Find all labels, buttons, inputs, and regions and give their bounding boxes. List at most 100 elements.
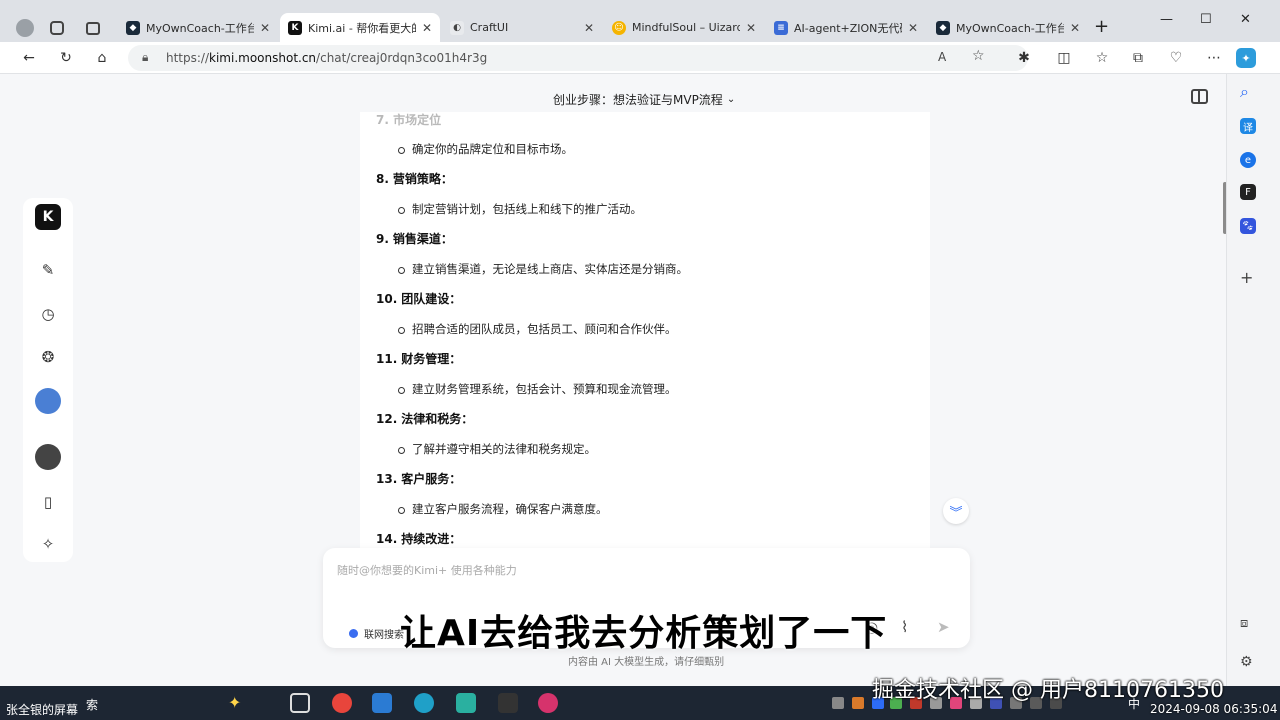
attachment-icon[interactable]: ⌇: [901, 618, 908, 636]
search-icon[interactable]: ⌕: [1240, 82, 1249, 102]
chat-input-placeholder: 随时@你想要的Kimi+ 使用各种能力: [337, 564, 517, 577]
vscode-icon[interactable]: [372, 693, 392, 713]
url-path: /chat/creaj0rdqn3co01h4r3g: [316, 51, 488, 65]
user-avatar[interactable]: [35, 444, 61, 470]
figma-icon[interactable]: F: [1240, 184, 1256, 200]
url-prefix: https://: [166, 51, 210, 65]
taskbar-search[interactable]: 索: [86, 696, 98, 713]
extensions-icon[interactable]: ✱: [1014, 48, 1034, 68]
tray-icon[interactable]: [832, 697, 844, 709]
sidebar-toggle-icon[interactable]: [1191, 89, 1208, 104]
doc-icon: ≡: [774, 20, 788, 35]
list-item-bullet: 建立销售渠道，无论是线上商店、实体店还是分销商。: [360, 254, 930, 284]
screenshot-icon[interactable]: ⧈: [1240, 616, 1248, 631]
web-search-dot-icon: [349, 629, 358, 638]
sparkle-icon[interactable]: ✦: [228, 693, 248, 713]
kimi-logo[interactable]: K: [35, 204, 61, 230]
list-item-heading: 9. 销售渠道：: [376, 232, 453, 246]
app-sidebar: K ✎ ◷ ❂ ▯ ✧: [23, 198, 73, 562]
chrome-icon[interactable]: [332, 693, 352, 713]
recorder-icon[interactable]: [538, 693, 558, 713]
list-item-bullet: 制定营销计划，包括线上和线下的推广活动。: [360, 194, 930, 224]
edge-sidebar: ⌕ 译 e F 🐾︎ + ⧈ ⚙: [1226, 74, 1280, 686]
list-item-heading: 13. 客户服务：: [376, 472, 462, 486]
close-icon[interactable]: ✕: [746, 21, 756, 35]
tab-title: Kimi.ai - 帮你看更大的世界: [308, 21, 416, 35]
close-icon[interactable]: ✕: [422, 21, 432, 35]
uizard-icon: ☺: [612, 20, 626, 35]
plugin-icon[interactable]: ✧: [36, 532, 60, 556]
kimi-plus-icon[interactable]: ❂: [36, 345, 60, 369]
task-view-icon[interactable]: [290, 693, 310, 713]
list-item-heading: 8. 营销策略：: [376, 172, 453, 186]
translate-icon[interactable]: 译: [1240, 118, 1256, 134]
chat-title: 创业步骤：想法验证与MVP流程: [553, 93, 723, 107]
copilot-icon[interactable]: ✦: [1236, 48, 1256, 68]
craftui-icon: ◐: [450, 20, 464, 35]
add-icon[interactable]: +: [1240, 268, 1253, 287]
favorite-star-icon[interactable]: ☆: [972, 48, 985, 64]
new-chat-icon[interactable]: ✎: [36, 258, 60, 282]
faded-heading: 7. 市场定位: [376, 113, 442, 127]
list-item-heading: 12. 法律和税务：: [376, 412, 474, 426]
tab-strip: ◆ MyOwnCoach-工作台 ✕ K Kimi.ai - 帮你看更大的世界 …: [0, 0, 1280, 42]
close-icon[interactable]: ✕: [584, 21, 594, 35]
web-search-toggle[interactable]: 联网搜索: [349, 626, 404, 641]
tab-mindfulsoul[interactable]: ☺ MindfulSoul – Uizard ✕: [604, 13, 764, 42]
maximize-button[interactable]: ☐: [1200, 12, 1212, 27]
performance-icon[interactable]: ♡: [1166, 48, 1186, 68]
read-aloud-icon[interactable]: A: [938, 50, 946, 64]
chat-title-dropdown[interactable]: 创业步骤：想法验证与MVP流程 ⌄: [553, 91, 735, 108]
collections-icon[interactable]: ⧉: [1128, 48, 1148, 68]
app-icon[interactable]: [456, 693, 476, 713]
list-item-bullet: 确定你的品牌定位和目标市场。: [360, 134, 930, 164]
list-item-bullet: 了解并遵守相关的法律和税务规定。: [360, 434, 930, 464]
send-icon[interactable]: ➤: [937, 618, 950, 636]
minimize-button[interactable]: —: [1160, 12, 1173, 27]
close-icon[interactable]: ✕: [908, 21, 918, 35]
kimi-page: 创业步骤：想法验证与MVP流程 ⌄ K ✎ ◷ ❂ ▯ ✧ 7. 市场定位 确定…: [0, 74, 1226, 686]
tab-title: MindfulSoul – Uizard: [632, 21, 740, 34]
url-host: kimi.moonshot.cn: [209, 51, 317, 65]
tab-myowncoach-2[interactable]: ◆ MyOwnCoach-工作台 ✕: [928, 13, 1088, 42]
tab-ai-agent[interactable]: ≡ AI-agent+ZION无代码开发 ✕: [766, 13, 926, 42]
list-item-bullet: 招聘合适的团队成员，包括员工、顾问和合作伙伴。: [360, 314, 930, 344]
profile-avatar[interactable]: [16, 19, 34, 37]
address-bar[interactable]: 🔒︎ https://kimi.moonshot.cn/chat/creaj0r…: [128, 45, 1028, 71]
tab-kimi[interactable]: K Kimi.ai - 帮你看更大的世界 ✕: [280, 13, 440, 42]
tab-actions-icon[interactable]: [86, 22, 100, 35]
window-close-button[interactable]: ✕: [1240, 12, 1251, 27]
list-item-heading: 10. 团队建设：: [376, 292, 462, 306]
screen-owner-label: 张全银的屏幕: [6, 703, 79, 717]
more-menu-icon[interactable]: ⋯: [1204, 48, 1224, 68]
coach-icon: ◆: [936, 20, 950, 35]
list-item-bullet: 建立财务管理系统，包括会计、预算和现金流管理。: [360, 374, 930, 404]
new-tab-button[interactable]: +: [1094, 16, 1109, 37]
list-item-bullet: 建立客户服务流程，确保客户满意度。: [360, 494, 930, 524]
close-icon[interactable]: ✕: [1070, 21, 1080, 35]
workspaces-icon[interactable]: [50, 21, 64, 35]
datetime-stamp: 2024-09-08 06:35:04: [1150, 702, 1278, 716]
home-icon[interactable]: ⌂: [92, 48, 112, 68]
assistant-avatar[interactable]: [35, 388, 61, 414]
tab-craftui[interactable]: ◐ CraftUI ✕: [442, 13, 602, 42]
split-screen-icon[interactable]: ◫: [1054, 48, 1074, 68]
close-icon[interactable]: ✕: [260, 21, 270, 35]
terminal-icon[interactable]: [498, 693, 518, 713]
tab-title: MyOwnCoach-工作台: [146, 21, 254, 35]
history-icon[interactable]: ◷: [36, 302, 60, 326]
mobile-app-icon[interactable]: ▯: [36, 490, 60, 514]
baidu-icon[interactable]: 🐾︎: [1240, 218, 1256, 234]
back-icon[interactable]: ←: [19, 48, 39, 68]
settings-gear-icon[interactable]: ⚙: [1240, 654, 1253, 670]
tray-icon[interactable]: [852, 697, 864, 709]
coach-icon: ◆: [126, 20, 140, 35]
tab-myowncoach-1[interactable]: ◆ MyOwnCoach-工作台 ✕: [118, 13, 278, 42]
edge-icon[interactable]: [414, 693, 434, 713]
web-search-label: 联网搜索: [364, 630, 404, 641]
favorites-icon[interactable]: ☆: [1092, 48, 1112, 68]
tab-title: MyOwnCoach-工作台: [956, 21, 1064, 35]
scroll-to-bottom-button[interactable]: ︾: [943, 498, 969, 524]
browser-app-icon[interactable]: e: [1240, 152, 1256, 168]
reload-icon[interactable]: ↻: [56, 48, 76, 68]
